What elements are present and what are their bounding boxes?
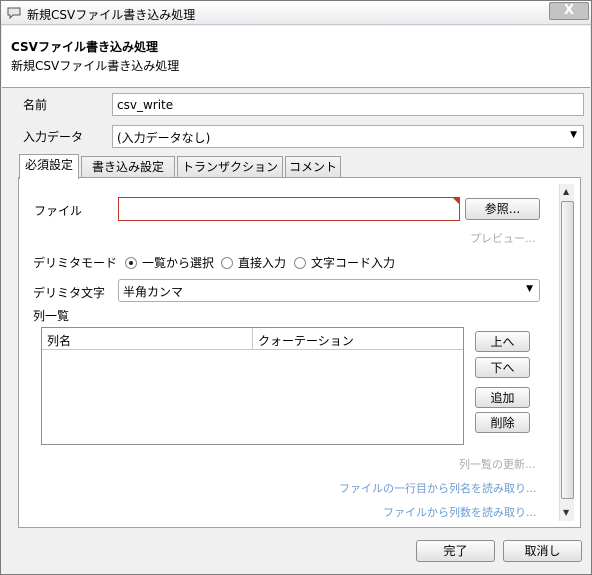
input-data-label: 入力データ: [23, 130, 84, 144]
move-down-button[interactable]: 下へ: [475, 357, 530, 378]
window-title: 新規CSVファイル書き込み処理: [27, 8, 196, 22]
delimiter-char-label: デリミタ文字: [33, 286, 106, 300]
table-header: 列名 クォーテーション: [42, 328, 463, 350]
delimiter-char-value: 半角カンマ: [123, 285, 184, 299]
radio-label: 文字コード入力: [311, 256, 396, 270]
scroll-down-icon[interactable]: ▼: [563, 508, 569, 517]
cancel-button[interactable]: 取消し: [503, 540, 582, 562]
radio-label: 一覧から選択: [142, 256, 215, 270]
radio-direct-input[interactable]: 直接入力: [221, 254, 286, 271]
delimiter-char-select[interactable]: 半角カンマ ▼: [118, 279, 540, 302]
radio-select-from-list[interactable]: 一覧から選択: [125, 254, 214, 271]
read-column-names-link[interactable]: ファイルの一行目から列名を読み取り...: [339, 480, 537, 496]
finish-button[interactable]: 完了: [416, 540, 495, 562]
panel-scrollbar[interactable]: ▲ ▼: [559, 184, 574, 521]
input-data-value: (入力データなし): [117, 131, 211, 145]
speech-bubble-icon: [6, 5, 22, 21]
column-list-table[interactable]: 列名 クォーテーション: [41, 327, 464, 445]
file-label: ファイル: [34, 204, 83, 218]
required-marker-icon: [453, 198, 459, 204]
preview-link[interactable]: プレビュー...: [470, 230, 536, 246]
radio-selected-icon: [125, 257, 137, 269]
column-header-name[interactable]: 列名: [47, 332, 71, 349]
delimiter-mode-label: デリミタモード: [33, 256, 118, 270]
tab-comment[interactable]: コメント: [285, 156, 341, 178]
dialog-window: 新規CSVファイル書き込み処理 X CSVファイル書き込み処理 新規CSVファイ…: [0, 0, 592, 575]
close-button[interactable]: X: [549, 2, 589, 20]
read-column-count-link[interactable]: ファイルから列数を読み取り...: [383, 504, 537, 520]
add-column-button[interactable]: 追加: [475, 387, 530, 408]
radio-unselected-icon: [294, 257, 306, 269]
radio-label: 直接入力: [238, 256, 287, 270]
tab-required[interactable]: 必須設定: [19, 154, 79, 179]
chevron-down-icon: ▼: [570, 130, 577, 140]
tab-write-settings[interactable]: 書き込み設定: [81, 156, 175, 178]
column-list-label: 列一覧: [33, 309, 70, 323]
title-bar[interactable]: 新規CSVファイル書き込み処理 X: [1, 1, 591, 25]
scrollbar-thumb[interactable]: [561, 201, 574, 499]
delete-column-button[interactable]: 削除: [475, 412, 530, 433]
banner-title: CSVファイル書き込み処理: [11, 40, 158, 54]
name-label: 名前: [23, 98, 48, 112]
file-path-input[interactable]: [118, 197, 460, 221]
radio-unselected-icon: [221, 257, 233, 269]
column-divider[interactable]: [252, 328, 253, 350]
scroll-up-icon[interactable]: ▲: [563, 187, 569, 196]
input-data-select[interactable]: (入力データなし) ▼: [112, 125, 584, 148]
name-field[interactable]: [112, 93, 584, 116]
move-up-button[interactable]: 上へ: [475, 331, 530, 352]
radio-charcode-input[interactable]: 文字コード入力: [294, 254, 395, 271]
header-banner: CSVファイル書き込み処理 新規CSVファイル書き込み処理: [2, 26, 590, 88]
column-header-quotation[interactable]: クォーテーション: [258, 332, 354, 349]
refresh-column-list-link[interactable]: 列一覧の更新...: [459, 456, 536, 472]
chevron-down-icon: ▼: [526, 284, 533, 294]
banner-subtitle: 新規CSVファイル書き込み処理: [11, 59, 180, 73]
browse-button[interactable]: 参照...: [465, 198, 540, 220]
tab-transaction[interactable]: トランザクション: [177, 156, 283, 178]
